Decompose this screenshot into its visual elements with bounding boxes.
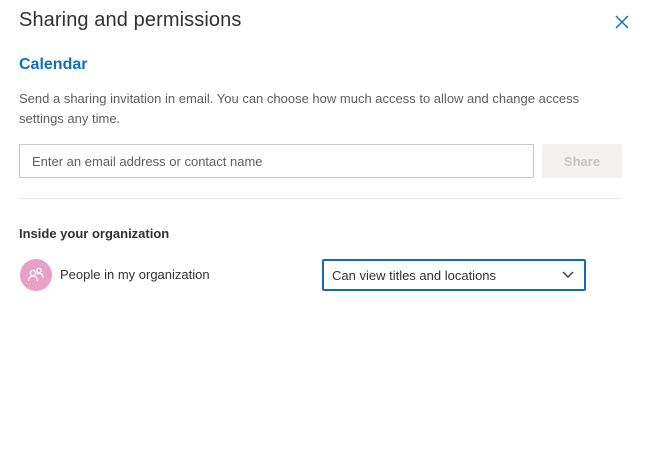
divider (19, 198, 622, 199)
organization-heading: Inside your organization (19, 226, 170, 241)
organization-group-label: People in my organization (60, 267, 210, 282)
sharing-dialog: Sharing and permissions Calendar Send a … (0, 0, 646, 449)
calendar-name: Calendar (19, 56, 88, 73)
avatar (20, 259, 52, 291)
share-button[interactable]: Share (542, 144, 622, 178)
sharing-description: Send a sharing invitation in email. You … (19, 91, 580, 126)
dialog-title: Sharing and permissions (19, 9, 242, 31)
close-icon (615, 15, 629, 29)
permission-selected-value: Can view titles and locations (332, 267, 497, 283)
email-input[interactable] (19, 144, 534, 178)
permission-dropdown[interactable]: Can view titles and locations (322, 259, 586, 291)
close-button[interactable] (610, 10, 634, 34)
organization-permission-row: People in my organization Can view title… (19, 258, 622, 292)
chevron-down-icon (560, 267, 576, 283)
people-group-icon (27, 267, 44, 282)
